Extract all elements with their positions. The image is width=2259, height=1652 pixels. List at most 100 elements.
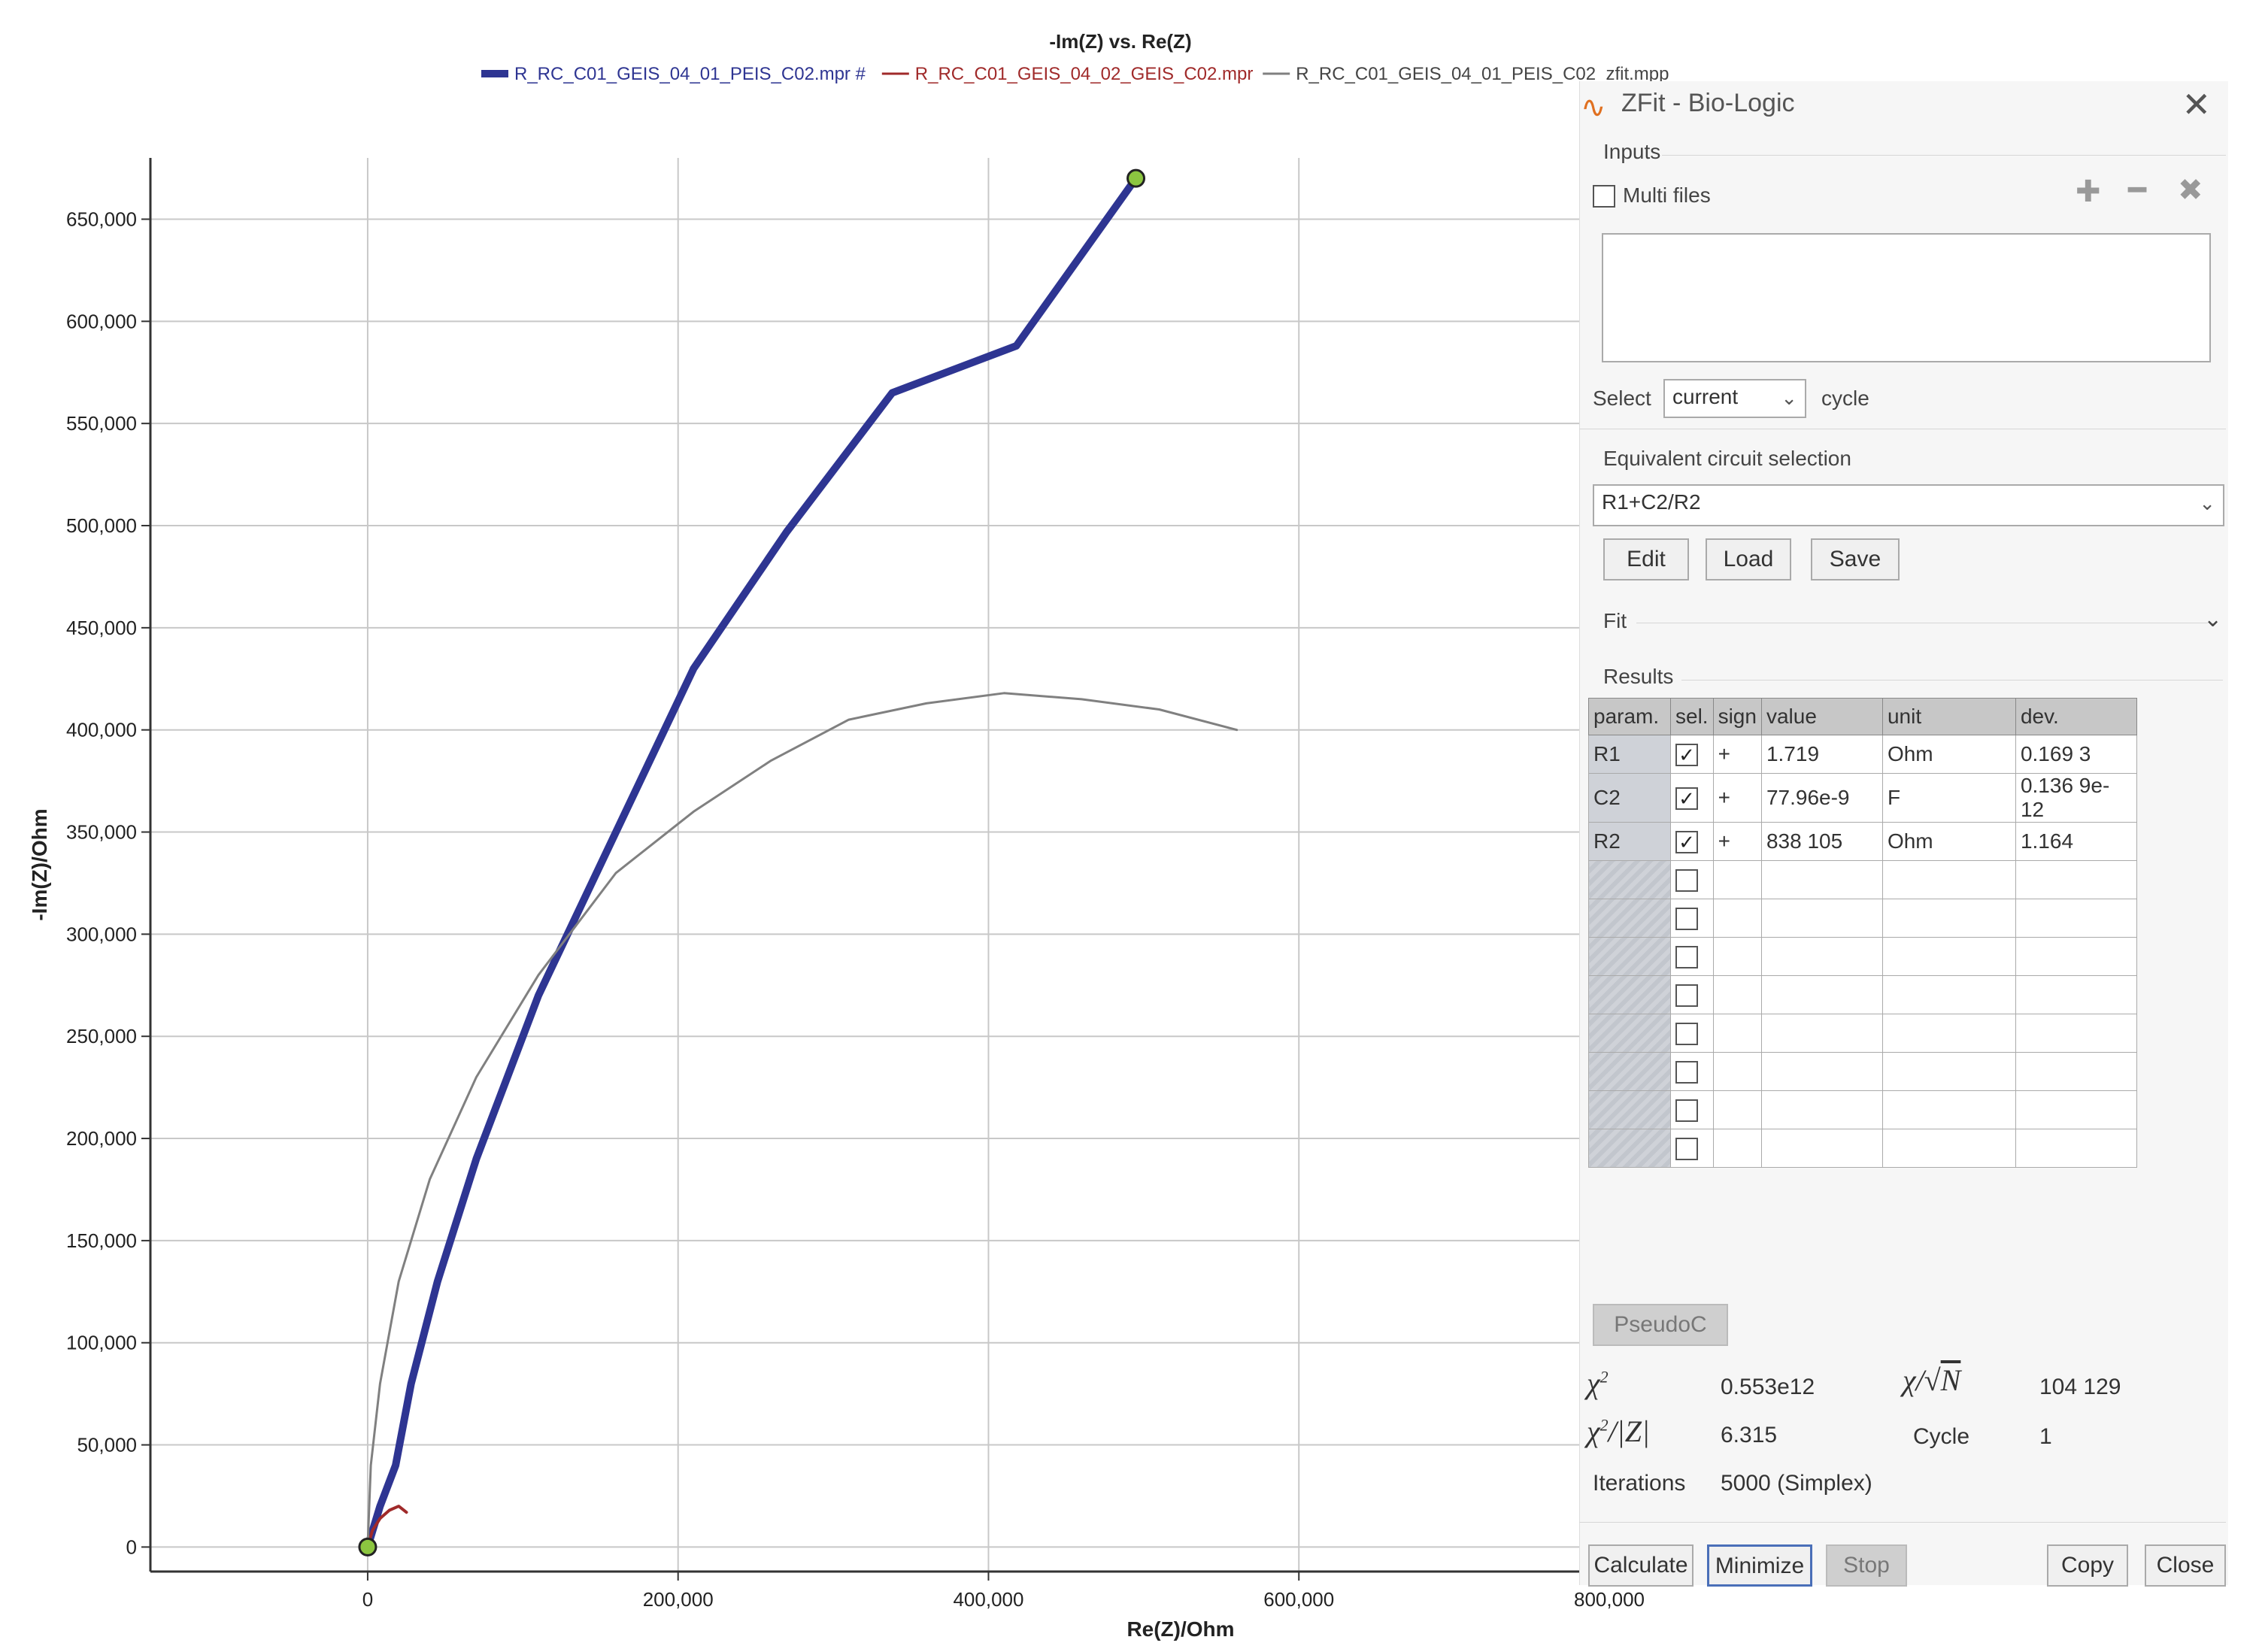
sel-checkbox[interactable]: ✓ [1675, 744, 1698, 767]
unit-cell [1881, 1090, 2016, 1129]
sign-cell[interactable]: + [1712, 735, 1762, 774]
close-button[interactable]: Close [2145, 1544, 2226, 1587]
sel-checkbox[interactable]: ✓ [1675, 831, 1698, 854]
sel-cell[interactable] [1670, 1052, 1714, 1091]
table-row[interactable] [1588, 1129, 2137, 1168]
value-cell[interactable] [1760, 975, 1883, 1014]
edit-button[interactable]: Edit [1603, 538, 1689, 580]
sign-cell[interactable]: + [1712, 773, 1762, 823]
table-row[interactable] [1588, 1014, 2137, 1053]
table-row[interactable] [1588, 975, 2137, 1014]
table-row[interactable] [1588, 1090, 2137, 1129]
sign-cell[interactable] [1712, 899, 1762, 938]
unit-cell [1881, 937, 2016, 976]
copy-button[interactable]: Copy [2047, 1544, 2128, 1587]
table-row[interactable] [1588, 899, 2137, 938]
sel-checkbox[interactable] [1675, 908, 1698, 931]
sel-checkbox[interactable] [1675, 946, 1698, 969]
unit-cell [1881, 975, 2016, 1014]
table-row[interactable]: C2 ✓ + 77.96e-9 F 0.136 9e-12 [1588, 773, 2137, 823]
value-cell[interactable]: 1.719 [1760, 735, 1883, 774]
sel-cell[interactable]: ✓ [1670, 822, 1714, 861]
param-name [1588, 975, 1671, 1014]
table-row[interactable]: R2 ✓ + 838 105 Ohm 1.164 [1588, 822, 2137, 861]
sign-cell[interactable] [1712, 1129, 1762, 1168]
sign-cell[interactable] [1712, 975, 1762, 1014]
sel-cell[interactable] [1670, 1090, 1714, 1129]
table-row[interactable]: R1 ✓ + 1.719 Ohm 0.169 3 [1588, 735, 2137, 774]
sel-cell[interactable] [1670, 1014, 1714, 1053]
value-cell[interactable] [1760, 860, 1883, 899]
sel-checkbox[interactable] [1675, 1138, 1698, 1161]
sel-checkbox[interactable] [1675, 984, 1698, 1008]
table-row[interactable] [1588, 1052, 2137, 1091]
param-name: R2 [1588, 822, 1671, 861]
value-cell[interactable]: 77.96e-9 [1760, 773, 1883, 823]
eq-circuit-group-label: Equivalent circuit selection [1603, 447, 1851, 470]
value-cell[interactable] [1760, 1014, 1883, 1053]
y-tick-label: 150,000 [66, 1229, 137, 1252]
sel-cell[interactable] [1670, 899, 1714, 938]
divider [1579, 1522, 2226, 1523]
clear-files-icon[interactable]: ✖ [2178, 173, 2203, 208]
value-cell[interactable] [1760, 1052, 1883, 1091]
y-tick-label: 250,000 [66, 1025, 137, 1047]
sign-cell[interactable] [1712, 860, 1762, 899]
sign-cell[interactable] [1712, 1090, 1762, 1129]
calculate-button[interactable]: Calculate [1588, 1544, 1693, 1587]
sel-checkbox[interactable] [1675, 869, 1698, 893]
x-axis-label: Re(Z)/Ohm [1126, 1617, 1234, 1641]
sign-cell[interactable] [1712, 937, 1762, 976]
cycle-select-value: current [1672, 385, 1739, 408]
pseudoc-button[interactable]: PseudoC [1593, 1304, 1728, 1346]
sign-cell[interactable]: + [1712, 822, 1762, 861]
sel-cell[interactable] [1670, 860, 1714, 899]
results-table: param. sel. sign value unit dev. R1 ✓ + … [1588, 698, 2137, 1168]
load-button[interactable]: Load [1706, 538, 1791, 580]
chi2-value: 0.553e12 [1721, 1375, 1815, 1399]
dev-cell: 0.136 9e-12 [2015, 773, 2137, 823]
y-tick-label: 300,000 [66, 923, 137, 945]
sel-cell[interactable] [1670, 1129, 1714, 1168]
fit-group-label: Fit [1603, 609, 1627, 632]
value-cell[interactable]: 838 105 [1760, 822, 1883, 861]
param-name: R1 [1588, 735, 1671, 774]
sel-cell[interactable] [1670, 937, 1714, 976]
sel-cell[interactable]: ✓ [1670, 735, 1714, 774]
sel-cell[interactable]: ✓ [1670, 773, 1714, 823]
unit-cell [1881, 899, 2016, 938]
table-row[interactable] [1588, 937, 2137, 976]
sel-cell[interactable] [1670, 975, 1714, 1014]
remove-file-icon[interactable]: ━ [2128, 173, 2146, 208]
multi-files-checkbox[interactable] [1593, 185, 1615, 208]
sign-cell[interactable] [1712, 1052, 1762, 1091]
sel-checkbox[interactable] [1675, 1061, 1698, 1084]
sel-checkbox[interactable]: ✓ [1675, 787, 1698, 811]
series-line [363, 174, 1140, 1551]
value-cell[interactable] [1760, 937, 1883, 976]
unit-cell [1881, 1129, 2016, 1168]
param-name [1588, 860, 1671, 899]
eq-circuit-select[interactable]: R1+C2/R2 ⌄ [1593, 484, 2224, 526]
chi2-z-value: 6.315 [1721, 1423, 1778, 1447]
close-icon[interactable]: ✕ [2182, 84, 2211, 125]
table-row[interactable] [1588, 860, 2137, 899]
file-list-box[interactable] [1602, 233, 2211, 362]
y-tick-label: 100,000 [66, 1332, 137, 1354]
fit-expand-chevron-icon[interactable]: ⌄ [2203, 606, 2222, 632]
cycle-select[interactable]: current ⌄ [1663, 379, 1806, 418]
cycle-stat-label: Cycle [1913, 1424, 1970, 1449]
sign-cell[interactable] [1712, 1014, 1762, 1053]
value-cell[interactable] [1760, 1129, 1883, 1168]
save-button[interactable]: Save [1811, 538, 1900, 580]
sel-checkbox[interactable] [1675, 1023, 1698, 1046]
stop-button[interactable]: Stop [1826, 1544, 1907, 1587]
value-cell[interactable] [1760, 1090, 1883, 1129]
col-dev: dev. [2015, 698, 2137, 735]
value-cell[interactable] [1760, 899, 1883, 938]
minimize-button[interactable]: Minimize [1707, 1544, 1812, 1587]
add-file-icon[interactable]: ✚ [2076, 174, 2101, 209]
sel-checkbox[interactable] [1675, 1099, 1698, 1123]
chevron-down-icon: ⌄ [2199, 492, 2215, 514]
x-tick-label: 800,000 [1574, 1588, 1645, 1611]
